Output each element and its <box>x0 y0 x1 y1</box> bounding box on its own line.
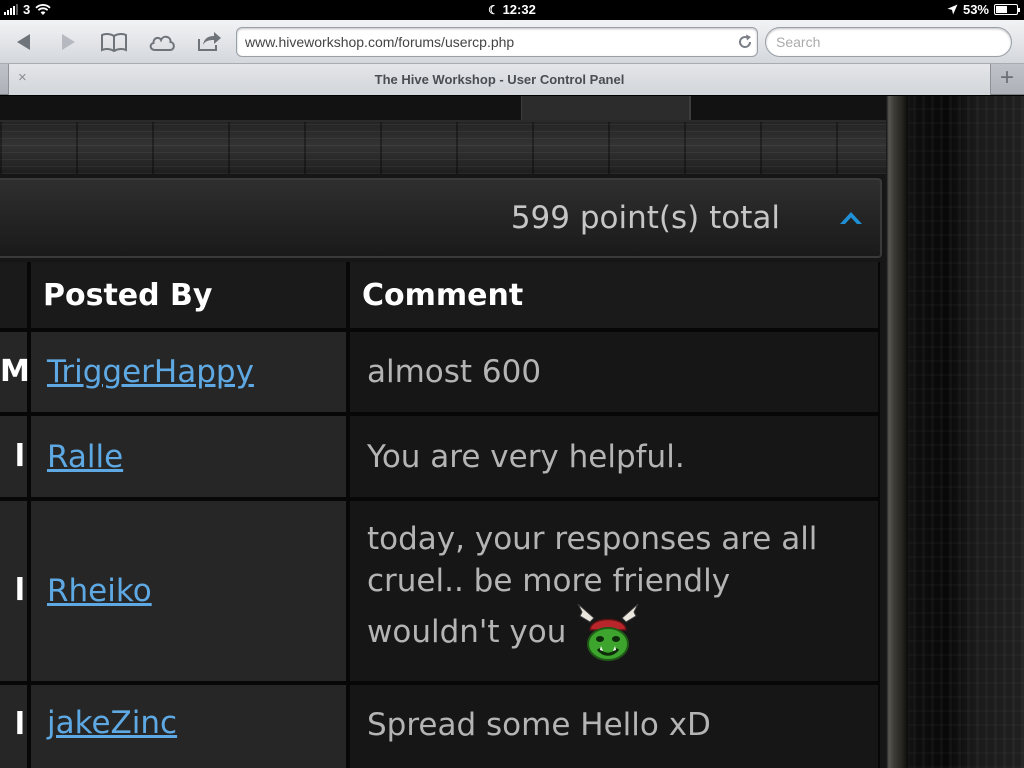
table-row: TriggerHappy <box>31 332 346 412</box>
orc-smiley-icon <box>577 603 639 661</box>
comment-cell: today, your responses are all cruel.. be… <box>350 501 878 681</box>
comment-cell: almost 600 <box>350 332 878 412</box>
search-field[interactable]: Search <box>765 27 1012 57</box>
date-cell: l <box>0 685 27 768</box>
status-bar: 3 ☾ 12:32 53% <box>0 0 1024 20</box>
search-placeholder: Search <box>776 34 821 50</box>
tab-title: The Hive Workshop - User Control Panel <box>374 72 625 87</box>
forward-icon[interactable] <box>60 32 78 52</box>
comment-header: Comment <box>350 262 878 328</box>
address-bar[interactable]: www.hiveworkshop.com/forums/usercp.php <box>236 27 758 57</box>
comment-text: You are very helpful. <box>367 438 685 475</box>
table-row: jakeZinc <box>31 685 346 768</box>
collapse-icon[interactable] <box>838 208 864 228</box>
date-cell: l <box>0 501 27 681</box>
user-link[interactable]: Ralle <box>47 439 123 475</box>
url-text: www.hiveworkshop.com/forums/usercp.php <box>245 34 515 50</box>
content-frame-border <box>886 96 908 768</box>
user-link[interactable]: TriggerHappy <box>47 354 254 390</box>
date-cell: M <box>0 332 30 412</box>
new-tab-button[interactable]: + <box>994 66 1020 91</box>
site-nav-tab[interactable] <box>521 96 690 120</box>
icloud-tabs-icon[interactable] <box>147 32 177 52</box>
date-column-header <box>0 262 27 328</box>
clock: 12:32 <box>502 2 536 17</box>
back-icon[interactable] <box>14 32 32 52</box>
bookmarks-icon[interactable] <box>100 32 128 52</box>
site-nav-divider <box>690 96 691 120</box>
location-icon <box>947 4 958 15</box>
battery-icon <box>994 4 1020 15</box>
reputation-header: 599 point(s) total <box>0 178 882 258</box>
comment-text: almost 600 <box>367 354 542 390</box>
user-link[interactable]: jakeZinc <box>47 705 177 741</box>
tab-user-control-panel[interactable]: × The Hive Workshop - User Control Panel <box>8 64 991 95</box>
battery-percent: 53% <box>962 2 989 17</box>
table-row: Ralle <box>31 416 346 497</box>
decorative-stone-band <box>0 122 886 174</box>
site-nav-strip <box>0 96 886 122</box>
table-row: Rheiko <box>31 501 346 681</box>
posted-by-header: Posted By <box>31 262 346 328</box>
web-content: 599 point(s) total Posted By Comment M T… <box>0 96 1024 768</box>
tab-bar: × The Hive Workshop - User Control Panel… <box>0 64 1024 95</box>
date-cell: l <box>0 416 27 497</box>
do-not-disturb-icon: ☾ <box>488 3 499 17</box>
reload-icon[interactable] <box>737 34 753 50</box>
comment-cell: You are very helpful. <box>350 416 878 497</box>
user-link[interactable]: Rheiko <box>47 573 152 609</box>
comment-text: Spread some Hello xD <box>367 707 711 743</box>
reputation-comments-table: Posted By Comment M TriggerHappy almost … <box>0 262 880 768</box>
share-icon[interactable] <box>196 30 222 52</box>
browser-toolbar: www.hiveworkshop.com/forums/usercp.php S… <box>0 20 1024 64</box>
points-total: 599 point(s) total <box>510 200 780 236</box>
comment-cell: Spread some Hello xD <box>350 685 878 768</box>
